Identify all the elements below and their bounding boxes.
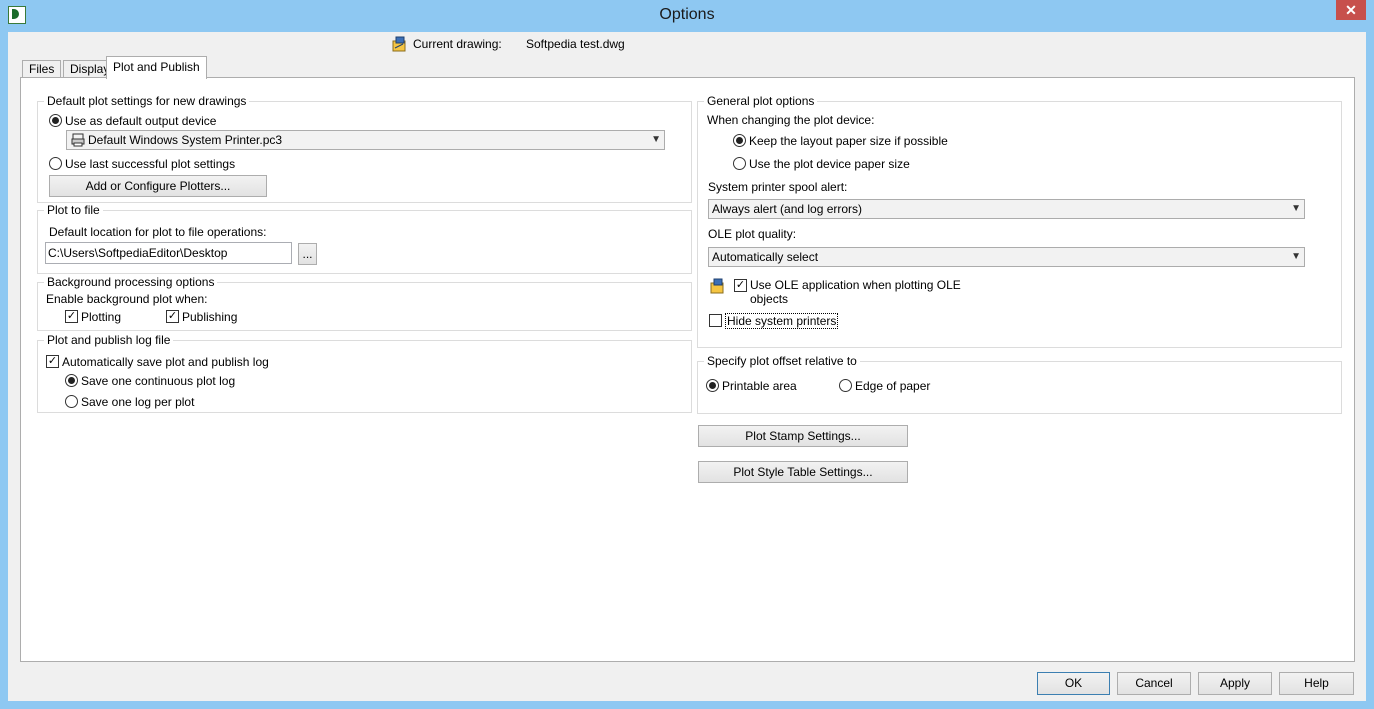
chevron-down-icon: ▼ (1291, 203, 1301, 214)
ole-quality-value: Automatically select (712, 250, 819, 264)
printable-area-radio[interactable] (706, 379, 719, 392)
hide-printers-label: Hide system printers (725, 313, 839, 329)
edge-of-paper-radio[interactable] (839, 379, 852, 392)
printable-area-label: Printable area (722, 379, 797, 393)
tab-plot-and-publish[interactable]: Plot and Publish (106, 56, 207, 79)
current-drawing-label: Current drawing: (413, 37, 502, 51)
log-file-title: Plot and publish log file (44, 333, 174, 347)
use-device-paper-radio[interactable] (733, 157, 746, 170)
use-ole-checkbox[interactable]: ✓ (734, 279, 747, 292)
use-ole-label-line2: objects (750, 292, 789, 306)
use-device-paper-label: Use the plot device paper size (749, 157, 910, 171)
continuous-log-label: Save one continuous plot log (81, 374, 236, 388)
changing-device-label: When changing the plot device: (707, 113, 875, 127)
use-last-radio[interactable] (49, 157, 62, 170)
log-per-plot-label: Save one log per plot (81, 395, 195, 409)
use-last-label: Use last successful plot settings (65, 157, 236, 171)
continuous-log-radio[interactable] (65, 374, 78, 387)
background-processing-group: Background processing options (37, 275, 692, 331)
plotting-label: Plotting (81, 310, 122, 324)
plot-to-file-title: Plot to file (44, 203, 103, 217)
plot-offset-title: Specify plot offset relative to (704, 354, 860, 368)
auto-save-log-checkbox[interactable]: ✓ (46, 355, 59, 368)
publishing-label: Publishing (182, 310, 238, 324)
chevron-down-icon: ▼ (1291, 251, 1301, 262)
ok-button[interactable]: OK (1037, 672, 1110, 695)
help-button[interactable]: Help (1279, 672, 1354, 695)
browse-button[interactable]: ... (298, 243, 317, 265)
output-device-select[interactable]: Default Windows System Printer.pc3 ▼ (66, 130, 665, 150)
close-button[interactable]: ✕ (1336, 0, 1366, 20)
keep-layout-radio[interactable] (733, 134, 746, 147)
edge-of-paper-label: Edge of paper (855, 379, 931, 393)
current-drawing-value: Softpedia test.dwg (526, 37, 625, 51)
plot-style-table-settings-button[interactable]: Plot Style Table Settings... (698, 461, 908, 483)
tab-files[interactable]: Files (22, 60, 62, 78)
use-ole-label-line1: Use OLE application when plotting OLE (750, 278, 961, 292)
apply-button[interactable]: Apply (1198, 672, 1272, 695)
publishing-checkbox[interactable]: ✓ (166, 310, 179, 323)
spool-alert-select[interactable]: Always alert (and log errors) ▼ (708, 199, 1305, 219)
keep-layout-label: Keep the layout paper size if possible (749, 134, 948, 148)
plot-file-location-label: Default location for plot to file operat… (49, 225, 267, 239)
ole-application-icon (710, 278, 724, 294)
log-per-plot-radio[interactable] (65, 395, 78, 408)
use-default-radio[interactable] (49, 114, 62, 127)
ole-quality-select[interactable]: Automatically select ▼ (708, 247, 1305, 267)
output-device-value: Default Windows System Printer.pc3 (88, 133, 283, 147)
spool-alert-value: Always alert (and log errors) (712, 202, 863, 216)
chevron-down-icon: ▼ (651, 134, 661, 145)
auto-save-log-label: Automatically save plot and publish log (62, 355, 269, 369)
general-plot-options-title: General plot options (704, 94, 818, 108)
tab-panel: Default plot settings for new drawings U… (20, 77, 1355, 662)
plot-file-location-input[interactable]: C:\Users\SoftpediaEditor\Desktop (45, 242, 292, 264)
plot-stamp-settings-button[interactable]: Plot Stamp Settings... (698, 425, 908, 447)
background-processing-title: Background processing options (44, 275, 218, 289)
window-title: Options (659, 6, 715, 23)
plotting-checkbox[interactable]: ✓ (65, 310, 78, 323)
cancel-button[interactable]: Cancel (1117, 672, 1191, 695)
default-plot-title: Default plot settings for new drawings (44, 94, 250, 108)
hide-printers-checkbox[interactable] (709, 314, 722, 327)
enable-background-label: Enable background plot when: (46, 292, 208, 306)
ole-quality-label: OLE plot quality: (708, 227, 797, 241)
plot-file-location-value: C:\Users\SoftpediaEditor\Desktop (48, 246, 228, 260)
spool-alert-label: System printer spool alert: (708, 180, 848, 194)
use-default-label: Use as default output device (65, 114, 217, 128)
add-configure-plotters-button[interactable]: Add or Configure Plotters... (49, 175, 267, 197)
drawing-icon (392, 36, 406, 52)
printer-icon (71, 133, 85, 147)
